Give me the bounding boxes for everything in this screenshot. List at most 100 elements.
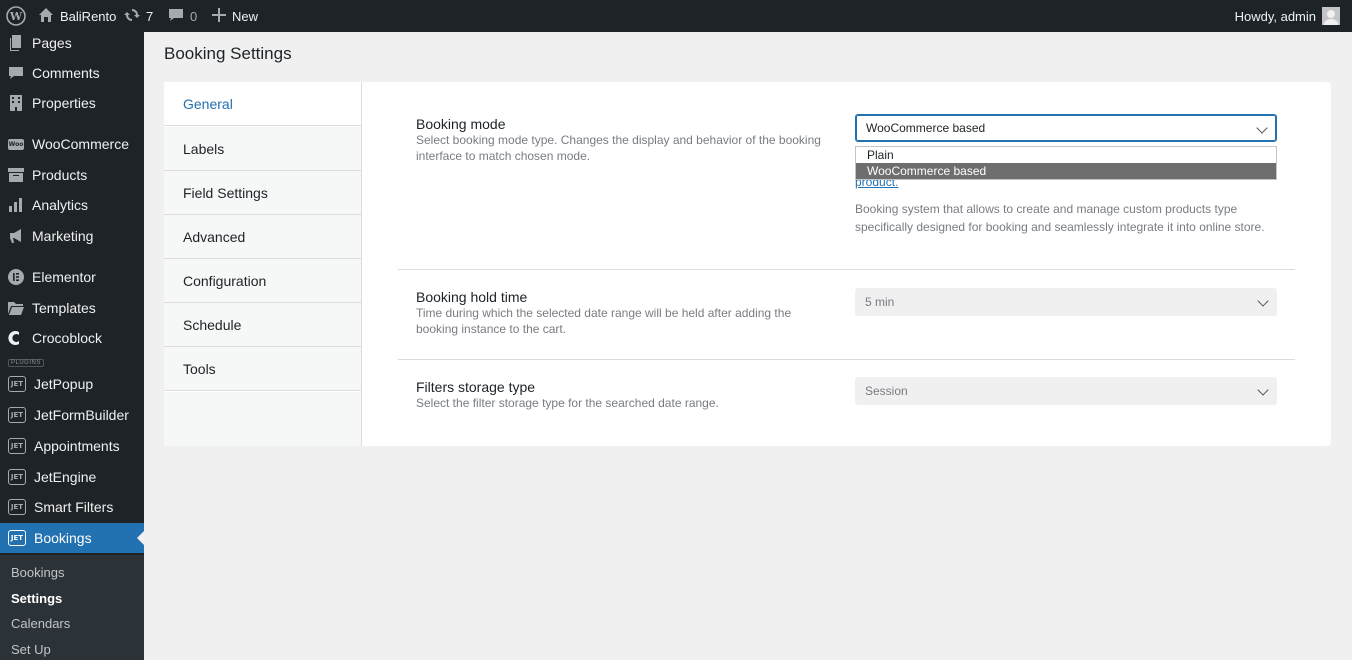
sidebar-item-label: WooCommerce [32, 136, 129, 152]
products-icon [8, 167, 24, 183]
sidebar-item-label: Elementor [32, 269, 96, 285]
sidebar-item-label: Properties [32, 95, 96, 111]
submenu-item-settings[interactable]: Settings [11, 591, 62, 606]
settings-tabs: General Labels Field Settings Advanced C… [164, 82, 362, 446]
sidebar-item-label: Products [32, 167, 88, 183]
sidebar-item-marketing[interactable]: Marketing [0, 221, 144, 251]
folder-icon [8, 300, 24, 316]
tab-schedule[interactable]: Schedule [164, 303, 361, 347]
woocommerce-icon: Woo [7, 138, 25, 150]
howdy-label: Howdy, admin [1234, 8, 1316, 24]
sidebar-item-products[interactable]: Products [0, 160, 144, 190]
booking-mode-select[interactable]: WooCommerce based [855, 114, 1277, 142]
sidebar-item-label: Templates [32, 300, 96, 316]
comments-link[interactable]: 0 [168, 0, 197, 32]
building-icon [8, 95, 24, 111]
sidebar-item-bookings[interactable]: JET Bookings [0, 523, 144, 553]
sidebar-item-analytics[interactable]: Analytics [0, 190, 144, 220]
crocoblock-icon [8, 330, 24, 346]
jet-icon: JET [8, 499, 26, 515]
new-content-link[interactable]: New [212, 0, 258, 32]
submenu-item-calendars[interactable]: Calendars [11, 616, 70, 631]
sidebar-item-label: Bookings [34, 530, 92, 546]
sidebar-item-pages[interactable]: Pages [0, 28, 144, 58]
sidebar-item-label: Smart Filters [34, 499, 114, 515]
sidebar-item-appointments[interactable]: JET Appointments [0, 431, 144, 461]
booking-mode-label: Booking mode [416, 116, 506, 132]
bookings-submenu: Bookings Settings Calendars Set Up [0, 555, 144, 660]
plugins-separator: PLUGINS [8, 359, 44, 367]
tabs-filler [164, 392, 361, 446]
site-name-label: BaliRento [60, 8, 117, 24]
tab-labels[interactable]: Labels [164, 127, 361, 171]
jet-icon: JET [8, 376, 26, 392]
sidebar-item-templates[interactable]: Templates [0, 293, 144, 323]
admin-sidebar: Pages Comments Properties Woo WooCommerc… [0, 32, 144, 660]
chevron-down-icon [1256, 122, 1268, 134]
sidebar-item-label: JetPopup [34, 376, 94, 392]
hold-time-value: 5 min [865, 295, 895, 309]
submenu-item-bookings[interactable]: Bookings [11, 565, 64, 580]
filters-storage-description: Select the filter storage type for the s… [416, 396, 719, 410]
comments-count: 0 [190, 8, 198, 24]
my-account-link[interactable]: Howdy, admin [1235, 0, 1340, 32]
submenu-item-set-up[interactable]: Set Up [11, 642, 51, 657]
sidebar-item-label: Appointments [34, 438, 120, 454]
booking-mode-dropdown: Plain WooCommerce based [855, 146, 1277, 180]
sidebar-item-label: JetEngine [34, 469, 97, 485]
sidebar-item-crocoblock[interactable]: Crocoblock [0, 323, 144, 353]
analytics-icon [8, 197, 24, 213]
filters-storage-value: Session [865, 384, 908, 398]
jet-icon: JET [8, 530, 26, 546]
divider [398, 359, 1295, 360]
booking-mode-description: Select booking mode type. Changes the di… [416, 133, 821, 163]
sidebar-item-jetengine[interactable]: JET JetEngine [0, 462, 144, 492]
tab-general[interactable]: General [164, 82, 361, 126]
sidebar-item-label: Analytics [32, 197, 89, 213]
filters-storage-label: Filters storage type [416, 379, 536, 395]
page-title: Booking Settings [164, 44, 292, 63]
svg-text:W: W [9, 10, 23, 23]
home-icon [38, 7, 54, 26]
updates-icon [124, 7, 140, 26]
sidebar-item-jetpopup[interactable]: JET JetPopup [0, 369, 144, 399]
hold-time-description: Time during which the selected date rang… [416, 306, 792, 336]
active-indicator [137, 531, 144, 545]
sidebar-item-label: Pages [32, 35, 72, 51]
comment-bubble-icon [168, 7, 184, 26]
tab-configuration[interactable]: Configuration [164, 259, 361, 303]
option-plain[interactable]: Plain [856, 147, 1276, 163]
option-woocommerce-based[interactable]: WooCommerce based [856, 163, 1276, 179]
sidebar-item-elementor[interactable]: Elementor [0, 262, 144, 292]
comments-icon [8, 65, 24, 81]
sidebar-item-label: Crocoblock [32, 330, 103, 346]
plus-icon [212, 7, 226, 25]
jet-icon: JET [8, 469, 26, 485]
booking-mode-value: WooCommerce based [866, 121, 986, 135]
sidebar-item-label: Comments [32, 65, 100, 81]
sidebar-item-comments[interactable]: Comments [0, 58, 144, 88]
elementor-icon [8, 269, 24, 285]
new-label: New [232, 8, 259, 24]
sidebar-item-label: Marketing [32, 228, 94, 244]
sidebar-item-jetformbuilder[interactable]: JET JetFormBuilder [0, 400, 144, 430]
hold-time-select[interactable]: 5 min [855, 288, 1277, 316]
chevron-down-icon [1257, 295, 1269, 307]
sidebar-item-properties[interactable]: Properties [0, 88, 144, 118]
chevron-down-icon [1257, 384, 1269, 396]
avatar [1322, 7, 1340, 25]
sidebar-item-smart-filters[interactable]: JET Smart Filters [0, 492, 144, 522]
hold-time-label: Booking hold time [416, 289, 528, 305]
settings-panel: General Labels Field Settings Advanced C… [164, 82, 1331, 446]
sidebar-item-woocommerce[interactable]: Woo WooCommerce [0, 129, 144, 159]
booking-mode-info: Booking system that allows to create and… [855, 202, 1265, 234]
filters-storage-select[interactable]: Session [855, 377, 1277, 405]
tab-field-settings[interactable]: Field Settings [164, 171, 361, 215]
sidebar-item-label: JetFormBuilder [34, 407, 129, 423]
tab-advanced[interactable]: Advanced [164, 215, 361, 259]
jet-icon: JET [8, 438, 26, 454]
divider [398, 269, 1295, 270]
tab-tools[interactable]: Tools [164, 347, 361, 391]
jet-icon: JET [8, 407, 26, 423]
admin-bar: W BaliRento 7 0 New Howdy, admin [0, 0, 1352, 32]
